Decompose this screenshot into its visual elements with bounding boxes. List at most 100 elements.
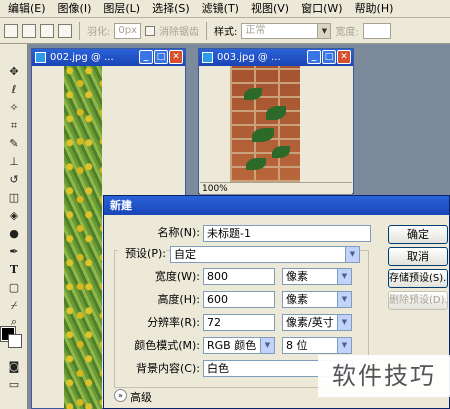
window-title: 003.jpg @ ... [217, 52, 281, 63]
style-label: 样式: [214, 27, 238, 38]
maximize-icon[interactable]: □ [154, 50, 168, 64]
add-selection-icon[interactable] [22, 23, 36, 38]
chevron-down-icon: ▼ [337, 269, 351, 284]
save-preset-button[interactable]: 存储预设(S)... [388, 269, 448, 288]
separator [79, 21, 80, 40]
width-label: 宽度(W): [154, 270, 200, 283]
color-mode-label: 颜色模式(M): [134, 339, 200, 352]
chevron-down-icon: ▼ [345, 247, 359, 262]
chevron-down-icon: ▼ [337, 315, 351, 330]
close-icon[interactable]: ✕ [337, 50, 351, 64]
preset-select[interactable]: 自定 ▼ [170, 246, 360, 263]
window-statusbar: 100% [200, 182, 352, 194]
window-titlebar[interactable]: 002.jpg @ ... _ □ ✕ [32, 49, 185, 66]
resolution-unit-value: 像素/英寸 [286, 316, 334, 329]
window-controls: _ □ ✕ [307, 50, 351, 64]
close-icon[interactable]: ✕ [169, 50, 183, 64]
intersect-selection-icon[interactable] [58, 23, 72, 38]
chevron-down-icon: ▼ [337, 292, 351, 307]
pen-tool-icon[interactable]: ✒ [4, 244, 24, 259]
resolution-label: 分辨率(R): [147, 316, 200, 329]
bucket-tool-icon[interactable]: ◈ [4, 208, 24, 223]
dialog-title[interactable]: 新建 [104, 196, 449, 215]
antialias-label: 消除锯齿 [159, 27, 200, 38]
maximize-icon[interactable]: □ [322, 50, 336, 64]
width-input[interactable] [362, 22, 391, 39]
background-color-swatch[interactable] [8, 334, 22, 348]
feather-input[interactable]: 0px [114, 22, 142, 39]
width-input[interactable]: 800 [203, 268, 275, 285]
chevron-down-icon: ▼ [317, 23, 331, 38]
resolution-unit-select[interactable]: 像素/英寸 ▼ [282, 314, 352, 331]
resolution-input[interactable]: 72 [203, 314, 275, 331]
lasso-tool-icon[interactable]: ℓ [4, 82, 24, 97]
menu-layer[interactable]: 图层(L) [97, 0, 146, 18]
color-mode-value: RGB 颜色 [207, 339, 257, 352]
menu-window[interactable]: 窗口(W) [295, 0, 348, 18]
menu-help[interactable]: 帮助(H) [349, 0, 400, 18]
quick-mask-icon[interactable]: ◙ [4, 359, 24, 374]
leaf [244, 88, 262, 100]
feather-label: 羽化: [87, 27, 111, 38]
subtract-selection-icon[interactable] [40, 23, 54, 38]
menu-filter[interactable]: 滤镜(T) [196, 0, 245, 18]
leaf [252, 128, 274, 142]
brush-tool-icon[interactable]: ✎ [4, 136, 24, 151]
minimize-icon[interactable]: _ [139, 50, 153, 64]
stamp-tool-icon[interactable]: ⊥ [4, 154, 24, 169]
menu-image[interactable]: 图像(I) [52, 0, 98, 18]
options-bar: 羽化: 0px 消除锯齿 样式: 正常 ▼ 宽度: [0, 18, 450, 44]
window-title: 002.jpg @ ... [50, 52, 114, 63]
photoshop-doc-icon [35, 52, 46, 63]
dodge-tool-icon[interactable]: ● [4, 226, 24, 241]
screen-mode-icon[interactable]: ▭ [4, 377, 24, 392]
width-label: 宽度: [335, 27, 359, 38]
grass-image-canvas [64, 66, 102, 409]
leaf [246, 158, 266, 170]
move-tool-icon[interactable]: ✥ [4, 64, 24, 79]
background-value: 白色 [207, 362, 229, 375]
height-unit-value: 像素 [286, 293, 308, 306]
bit-depth-select[interactable]: 8 位 ▼ [282, 337, 352, 354]
magic-wand-icon[interactable]: ✧ [4, 100, 24, 115]
leaf [272, 146, 290, 158]
chevron-down-icon: ▼ [260, 338, 274, 353]
minimize-icon[interactable]: _ [307, 50, 321, 64]
watermark-text: 软件技巧 [318, 355, 450, 397]
delete-preset-button: 删除预设(D)... [388, 291, 448, 310]
name-input[interactable]: 未标题-1 [203, 225, 371, 242]
leaf [266, 106, 286, 120]
height-unit-select[interactable]: 像素 ▼ [282, 291, 352, 308]
height-label: 高度(H): [157, 293, 200, 306]
chevron-down-icon: ▼ [337, 338, 351, 353]
crop-tool-icon[interactable]: ⌗ [4, 118, 24, 133]
toolbox: ✥ ℓ ✧ ⌗ ✎ ⊥ ↺ ◫ ◈ ● ✒ T ▢ ⌿ ⌕ ◙ ▭ [0, 44, 28, 409]
advanced-toggle-icon[interactable]: » [114, 389, 127, 402]
window-titlebar[interactable]: 003.jpg @ ... _ □ ✕ [199, 49, 353, 66]
brick-wall-image-canvas [230, 66, 300, 182]
new-selection-icon[interactable] [4, 23, 18, 38]
antialias-checkbox[interactable] [145, 25, 156, 36]
advanced-label[interactable]: 高级 [130, 389, 152, 405]
name-label: 名称(N): [157, 226, 200, 239]
ok-button[interactable]: 确定 [388, 225, 448, 244]
menu-select[interactable]: 选择(S) [146, 0, 196, 18]
history-brush-icon[interactable]: ↺ [4, 172, 24, 187]
zoom-level[interactable]: 100% [202, 184, 228, 194]
shape-tool-icon[interactable]: ▢ [4, 280, 24, 295]
style-select[interactable]: 正常 ▼ [241, 22, 332, 39]
window-controls: _ □ ✕ [139, 50, 183, 64]
separator [206, 21, 208, 40]
color-mode-select[interactable]: RGB 颜色 ▼ [203, 337, 275, 354]
height-input[interactable]: 600 [203, 291, 275, 308]
style-value: 正常 [245, 24, 266, 36]
photoshop-doc-icon [202, 52, 213, 63]
cancel-button[interactable]: 取消 [388, 247, 448, 266]
bit-depth-value: 8 位 [286, 339, 308, 352]
eraser-tool-icon[interactable]: ◫ [4, 190, 24, 205]
menu-view[interactable]: 视图(V) [245, 0, 295, 18]
eyedropper-icon[interactable]: ⌿ [4, 298, 24, 313]
type-tool-icon[interactable]: T [4, 262, 24, 277]
width-unit-select[interactable]: 像素 ▼ [282, 268, 352, 285]
menu-edit[interactable]: 编辑(E) [2, 0, 52, 18]
